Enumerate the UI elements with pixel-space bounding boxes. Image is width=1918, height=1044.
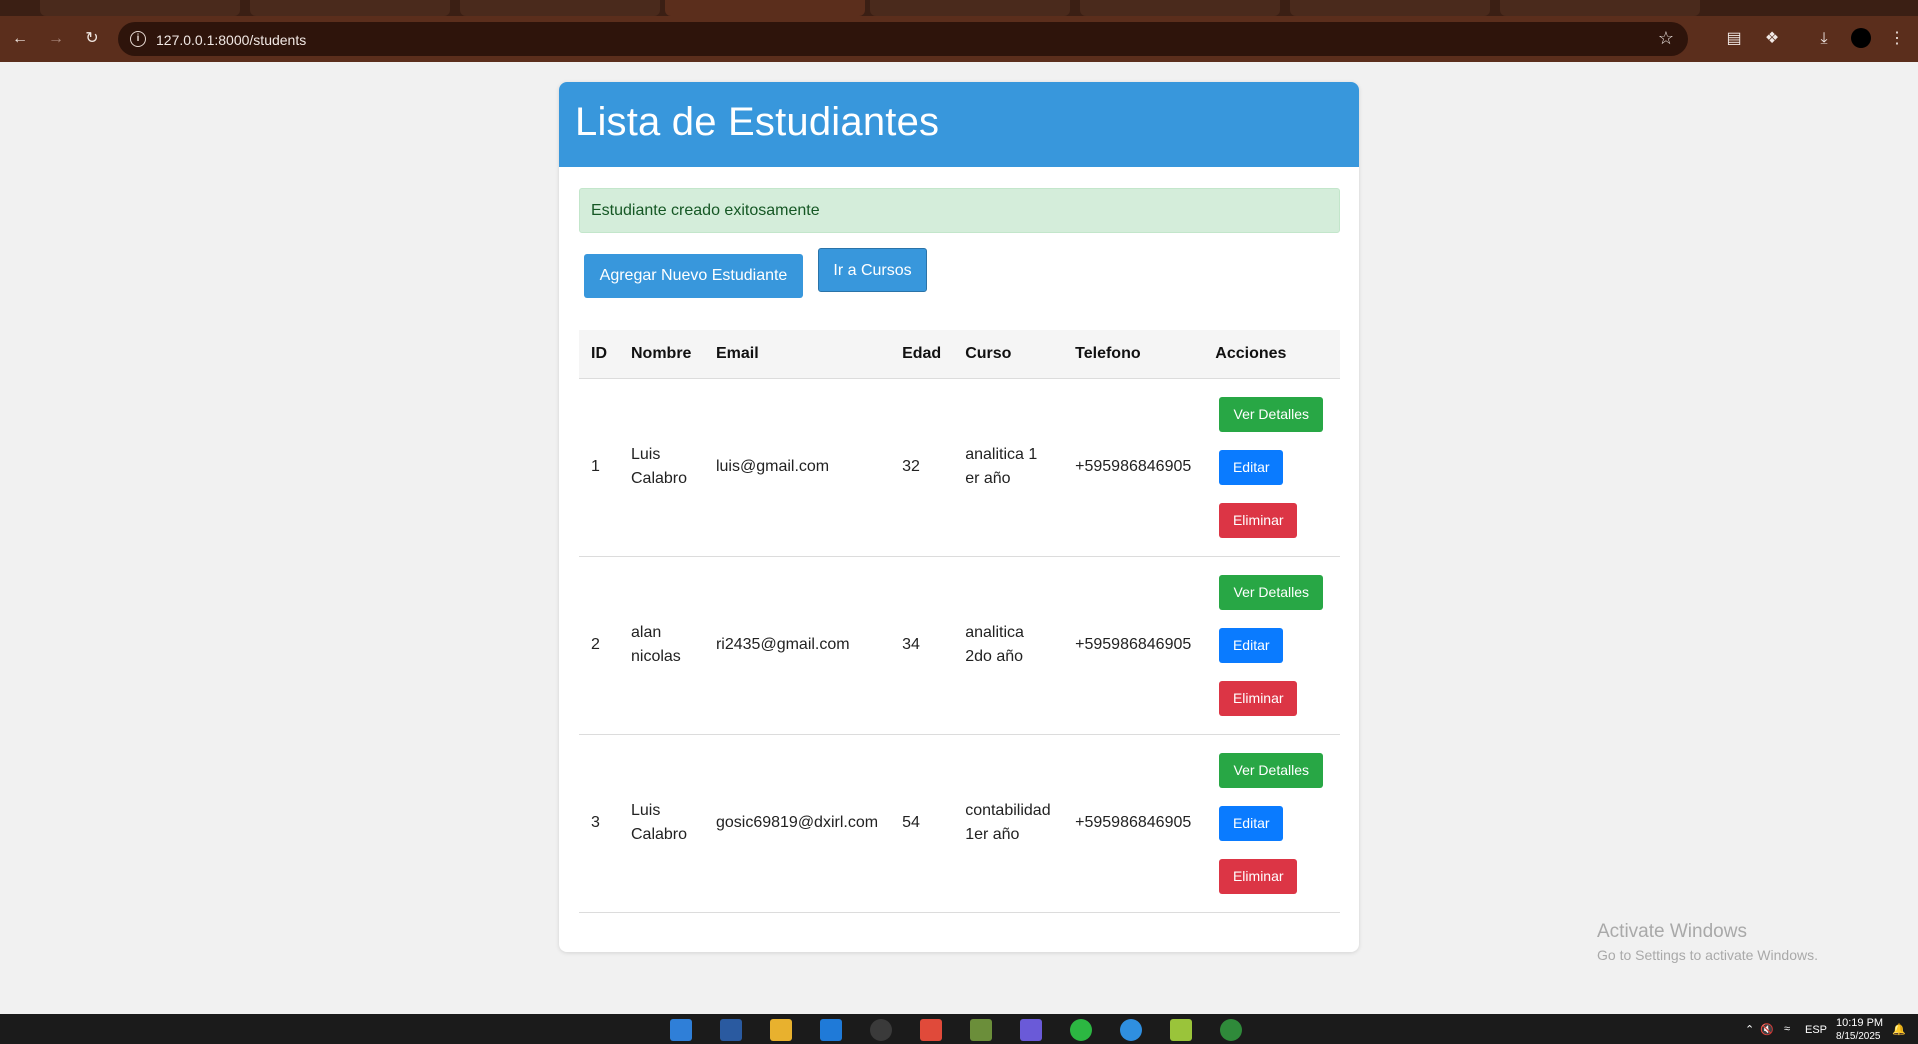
browser-tab[interactable] xyxy=(1500,0,1700,16)
view-details-button[interactable]: Ver Detalles xyxy=(1219,574,1324,610)
language-indicator[interactable]: ESP xyxy=(1805,1024,1827,1036)
clock-date[interactable]: 8/15/2025 xyxy=(1836,1031,1881,1042)
card-header: Lista de Estudiantes xyxy=(559,82,1359,167)
wifi-icon[interactable]: ≈ xyxy=(1784,1023,1790,1035)
edit-button[interactable]: Editar xyxy=(1219,805,1284,841)
table-row: 2 alan nicolas ri2435@gmail.com 34 anali… xyxy=(579,556,1340,735)
edge-icon[interactable] xyxy=(1120,1019,1142,1041)
cell-email: luis@gmail.com xyxy=(703,378,891,557)
browser-tab[interactable] xyxy=(40,0,240,16)
cell-age: 34 xyxy=(890,556,954,735)
add-student-button[interactable]: Agregar Nuevo Estudiante xyxy=(584,254,803,298)
app-icon[interactable] xyxy=(1020,1019,1042,1041)
windows-taskbar: ⌃ 🔇 ≈ ESP 10:19 PM 8/15/2025 🔔 xyxy=(0,1014,1918,1044)
back-arrow-icon[interactable]: ← xyxy=(9,28,31,50)
table-row: 1 Luis Calabro luis@gmail.com 32 analiti… xyxy=(579,378,1340,557)
cell-phone: +595986846905 xyxy=(1063,556,1204,735)
clock-time[interactable]: 10:19 PM xyxy=(1836,1017,1883,1029)
cell-course: analitica 2do año xyxy=(953,556,1064,735)
reload-icon[interactable]: ↻ xyxy=(81,28,103,50)
bookmark-star-icon[interactable]: ☆ xyxy=(1658,28,1674,49)
view-details-button[interactable]: Ver Detalles xyxy=(1219,396,1324,432)
page-title: Lista de Estudiantes xyxy=(575,100,940,144)
notification-bell-icon[interactable]: 🔔 xyxy=(1892,1023,1906,1036)
whatsapp-icon[interactable] xyxy=(1070,1019,1092,1041)
cell-actions: Ver Detalles Editar Eliminar xyxy=(1203,378,1340,557)
address-bar[interactable]: i 127.0.0.1:8000/students ☆ xyxy=(118,22,1688,56)
volume-muted-icon[interactable]: 🔇 xyxy=(1760,1023,1774,1036)
delete-button[interactable]: Eliminar xyxy=(1219,680,1298,716)
reading-list-icon[interactable]: ▤ xyxy=(1723,28,1745,50)
column-header-course: Curso xyxy=(953,330,1064,379)
cell-age: 54 xyxy=(890,734,954,913)
browser-tab-strip xyxy=(0,0,1918,16)
delete-button[interactable]: Eliminar xyxy=(1219,502,1298,538)
browser-tab[interactable] xyxy=(1290,0,1490,16)
app-icon[interactable] xyxy=(720,1019,742,1041)
browser-tab[interactable] xyxy=(250,0,450,16)
students-card: Lista de Estudiantes Estudiante creado e… xyxy=(559,82,1359,952)
app-icon[interactable] xyxy=(1220,1019,1242,1041)
view-details-button[interactable]: Ver Detalles xyxy=(1219,752,1324,788)
cell-course: analitica 1 er año xyxy=(953,378,1064,557)
cell-name: Luis Calabro xyxy=(619,734,704,913)
cell-email: gosic69819@dxirl.com xyxy=(703,734,891,913)
start-windows-icon[interactable] xyxy=(670,1019,692,1041)
edit-button[interactable]: Editar xyxy=(1219,627,1284,663)
delete-button[interactable]: Eliminar xyxy=(1219,858,1298,894)
watermark-subtitle: Go to Settings to activate Windows. xyxy=(1597,947,1818,963)
site-info-icon[interactable]: i xyxy=(130,31,146,47)
go-to-courses-button[interactable]: Ir a Cursos xyxy=(818,248,927,292)
watermark-title: Activate Windows xyxy=(1597,921,1747,942)
column-header-actions: Acciones xyxy=(1203,330,1340,379)
browser-toolbar: ← → ↻ i 127.0.0.1:8000/students ☆ ▤ ❖ ⤓ … xyxy=(0,16,1918,62)
column-header-email: Email xyxy=(703,330,891,379)
browser-tab-active[interactable] xyxy=(665,0,865,16)
url-text[interactable]: 127.0.0.1:8000/students xyxy=(156,32,306,48)
cell-name: alan nicolas xyxy=(619,556,704,735)
cell-course: contabilidad 1er año xyxy=(953,734,1064,913)
column-header-age: Edad xyxy=(890,330,954,379)
profile-avatar[interactable] xyxy=(1851,28,1871,48)
column-header-name: Nombre xyxy=(619,330,704,379)
browser-tab[interactable] xyxy=(870,0,1070,16)
more-vert-icon[interactable]: ⋮ xyxy=(1886,28,1908,50)
cell-actions: Ver Detalles Editar Eliminar xyxy=(1203,734,1340,913)
app-icon[interactable] xyxy=(1170,1019,1192,1041)
edit-button[interactable]: Editar xyxy=(1219,449,1284,485)
students-table: ID Nombre Email Edad Curso Telefono Acci… xyxy=(579,330,1340,913)
column-header-id: ID xyxy=(579,330,619,379)
table-row: 3 Luis Calabro gosic69819@dxirl.com 54 c… xyxy=(579,734,1340,913)
success-alert: Estudiante creado exitosamente xyxy=(579,188,1340,233)
cell-phone: +595986846905 xyxy=(1063,378,1204,557)
minecraft-icon[interactable] xyxy=(970,1019,992,1041)
activate-windows-watermark: Activate Windows Go to Settings to activ… xyxy=(1597,921,1818,963)
cell-email: ri2435@gmail.com xyxy=(703,556,891,735)
vscode-icon[interactable] xyxy=(820,1019,842,1041)
cell-id: 3 xyxy=(579,734,619,913)
cell-actions: Ver Detalles Editar Eliminar xyxy=(1203,556,1340,735)
file-explorer-icon[interactable] xyxy=(770,1019,792,1041)
chrome-icon[interactable] xyxy=(870,1019,892,1041)
column-header-phone: Telefono xyxy=(1063,330,1204,379)
browser-tab[interactable] xyxy=(460,0,660,16)
app-icon[interactable] xyxy=(920,1019,942,1041)
tray-chevron-icon[interactable]: ⌃ xyxy=(1745,1023,1754,1036)
download-icon[interactable]: ⤓ xyxy=(1813,28,1835,50)
forward-arrow-icon[interactable]: → xyxy=(45,28,67,50)
table-header-row: ID Nombre Email Edad Curso Telefono Acci… xyxy=(579,330,1340,379)
cell-id: 1 xyxy=(579,378,619,557)
cell-id: 2 xyxy=(579,556,619,735)
extensions-icon[interactable]: ❖ xyxy=(1761,28,1783,50)
cell-phone: +595986846905 xyxy=(1063,734,1204,913)
cell-age: 32 xyxy=(890,378,954,557)
cell-name: Luis Calabro xyxy=(619,378,704,557)
browser-tab[interactable] xyxy=(1080,0,1280,16)
